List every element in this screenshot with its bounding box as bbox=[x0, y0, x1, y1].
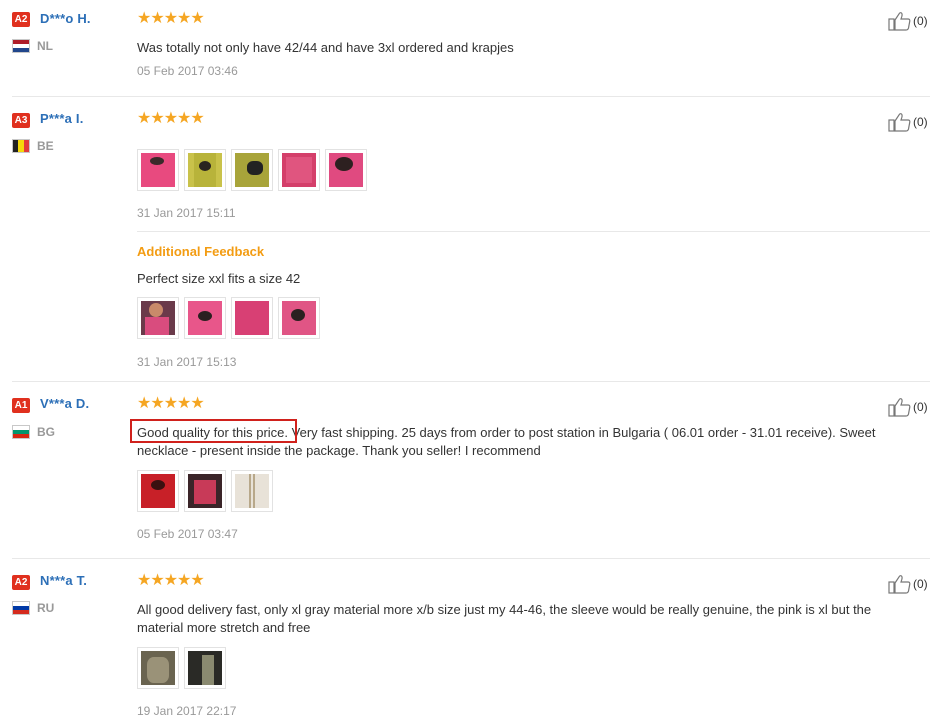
helpful-count: (0) bbox=[913, 14, 928, 28]
flag-icon bbox=[12, 39, 30, 53]
buyer-level-badge: A2 bbox=[12, 575, 30, 590]
reviewer-name[interactable]: V***a D. bbox=[40, 396, 89, 411]
reviewer-name[interactable]: N***a T. bbox=[40, 573, 87, 588]
review-divider bbox=[12, 96, 930, 97]
review-text: Was totally not only have 42/44 and have… bbox=[137, 40, 514, 55]
buyer-level-badge: A3 bbox=[12, 113, 30, 128]
helpful-count: (0) bbox=[913, 577, 928, 591]
review-date: 19 Jan 2017 22:17 bbox=[137, 704, 237, 718]
star-rating: ★★★★★ bbox=[137, 110, 205, 127]
review-text-line1: Very fast shipping. 25 days from order t… bbox=[288, 425, 876, 440]
thumbs-up-icon bbox=[888, 113, 911, 132]
star-rating: ★★★★★ bbox=[137, 572, 205, 589]
review-photos bbox=[137, 149, 369, 191]
additional-feedback-heading: Additional Feedback bbox=[137, 244, 265, 259]
review-photo-thumbnail[interactable] bbox=[184, 149, 226, 191]
thumbs-up-icon bbox=[888, 575, 911, 594]
review-divider bbox=[12, 381, 930, 382]
helpful-button[interactable]: (0) bbox=[888, 11, 930, 31]
buyer-level-badge: A2 bbox=[12, 12, 30, 27]
review-photo-thumbnail[interactable] bbox=[231, 149, 273, 191]
review-photos bbox=[137, 470, 275, 512]
review-photo-thumbnail[interactable] bbox=[137, 470, 179, 512]
review-photo-thumbnail[interactable] bbox=[278, 297, 320, 339]
helpful-button[interactable]: (0) bbox=[888, 574, 930, 594]
review-photo-thumbnail[interactable] bbox=[137, 149, 179, 191]
review-text: All good delivery fast, only xl gray mat… bbox=[137, 601, 907, 637]
review-photos bbox=[137, 647, 227, 689]
review-date: 05 Feb 2017 03:46 bbox=[137, 64, 238, 78]
additional-photos bbox=[137, 297, 322, 339]
review-text-line1: All good delivery fast, only xl gray mat… bbox=[137, 602, 872, 617]
thumbs-up-icon bbox=[888, 12, 911, 31]
helpful-count: (0) bbox=[913, 400, 928, 414]
additional-divider bbox=[137, 231, 930, 232]
review-date: 05 Feb 2017 03:47 bbox=[137, 527, 238, 541]
flag-icon bbox=[12, 139, 30, 153]
star-rating: ★★★★★ bbox=[137, 10, 205, 27]
review-photo-thumbnail[interactable] bbox=[184, 297, 226, 339]
review-divider bbox=[12, 558, 930, 559]
star-rating: ★★★★★ bbox=[137, 395, 205, 412]
additional-feedback-text: Perfect size xxl fits a size 42 bbox=[137, 271, 301, 286]
review-photo-thumbnail[interactable] bbox=[325, 149, 367, 191]
reviewer-country: BG bbox=[37, 425, 55, 439]
review-photo-thumbnail[interactable] bbox=[137, 297, 179, 339]
flag-icon bbox=[12, 601, 30, 615]
buyer-level-badge: A1 bbox=[12, 398, 30, 413]
reviewer-name[interactable]: D***o H. bbox=[40, 11, 91, 26]
highlight-box bbox=[130, 419, 297, 443]
review-photo-thumbnail[interactable] bbox=[231, 470, 273, 512]
review-date: 31 Jan 2017 15:11 bbox=[137, 206, 236, 220]
thumbs-up-icon bbox=[888, 398, 911, 417]
review-photo-thumbnail[interactable] bbox=[184, 647, 226, 689]
review-photo-thumbnail[interactable] bbox=[231, 297, 273, 339]
reviewer-name[interactable]: P***a I. bbox=[40, 111, 84, 126]
reviewer-country: BE bbox=[37, 139, 54, 153]
reviewer-country: RU bbox=[37, 601, 55, 615]
helpful-count: (0) bbox=[913, 115, 928, 129]
review-photo-thumbnail[interactable] bbox=[278, 149, 320, 191]
review-photo-thumbnail[interactable] bbox=[137, 647, 179, 689]
reviewer-country: NL bbox=[37, 39, 53, 53]
helpful-button[interactable]: (0) bbox=[888, 397, 930, 417]
helpful-button[interactable]: (0) bbox=[888, 112, 930, 132]
additional-feedback-date: 31 Jan 2017 15:13 bbox=[137, 355, 237, 369]
review-photo-thumbnail[interactable] bbox=[184, 470, 226, 512]
flag-icon bbox=[12, 425, 30, 439]
review-text-line2: necklace - present inside the package. T… bbox=[137, 443, 541, 458]
review-text-line2: material more stretch and free bbox=[137, 620, 311, 635]
